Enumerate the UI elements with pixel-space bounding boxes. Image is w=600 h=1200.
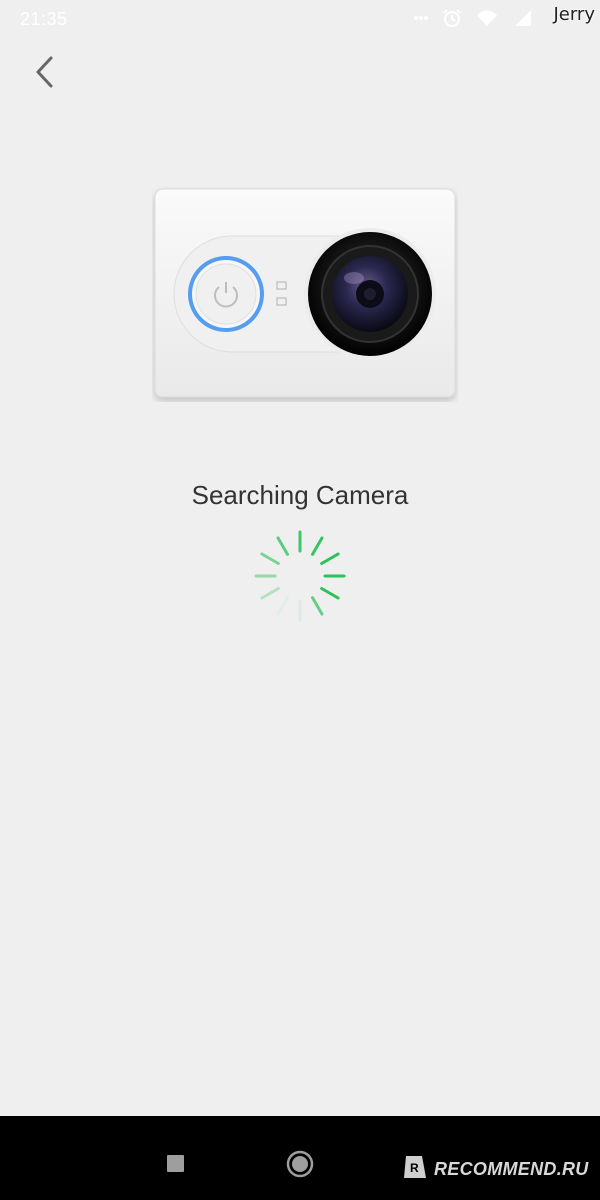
status-time: 21:35 (20, 9, 68, 29)
recents-button[interactable] (167, 1155, 184, 1172)
spinner-tick (276, 596, 289, 616)
spinner-tick (260, 552, 280, 565)
watermark-username: Jerry (553, 4, 595, 25)
status-bar: 21:35 Jerry (0, 0, 600, 38)
back-button[interactable] (22, 52, 66, 96)
signal-icon (512, 9, 532, 27)
action-camera-illustration (152, 186, 458, 402)
wifi-icon (476, 9, 498, 27)
spinner-tick (276, 536, 289, 556)
spinner-tick (311, 536, 324, 556)
watermark-badge: R RECOMMEND.RU (402, 1154, 589, 1185)
alarm-icon (442, 8, 462, 28)
spinner-tick (260, 587, 280, 600)
status-icons (414, 8, 532, 28)
searching-camera-screen: 21:35 Jerry Searching Camera R RECOMMEND… (0, 0, 600, 1200)
notification-dots-icon (414, 15, 428, 21)
watermark-site-text: RECOMMEND.RU (434, 1159, 589, 1179)
recommend-logo-icon: R (402, 1154, 428, 1185)
navigation-bar: R RECOMMEND.RU (0, 1116, 600, 1200)
spinner-tick (311, 596, 324, 616)
home-button[interactable] (285, 1149, 315, 1179)
svg-text:R: R (410, 1161, 419, 1175)
spinner-tick (320, 552, 340, 565)
chevron-left-icon (33, 55, 55, 94)
spinner-tick (320, 587, 340, 600)
loading-spinner (250, 526, 350, 626)
searching-status-text: Searching Camera (191, 480, 409, 510)
